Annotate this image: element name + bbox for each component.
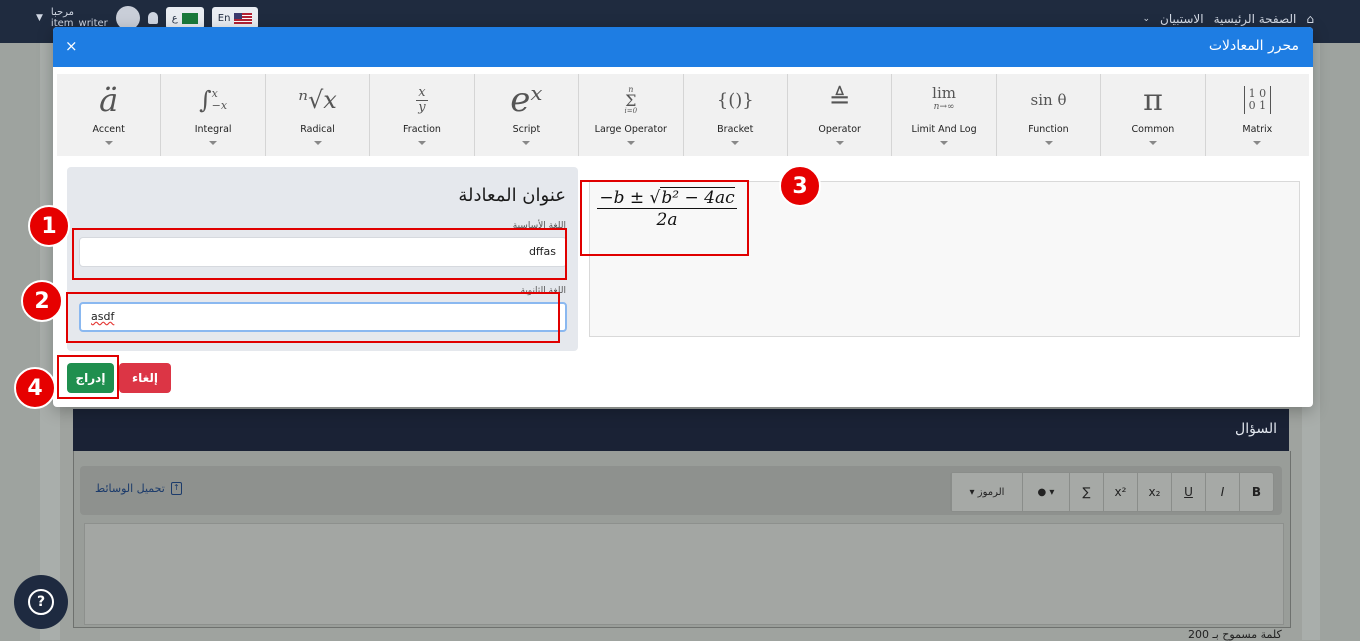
home-icon[interactable]: ⌂	[1306, 12, 1314, 26]
modal-title: محرر المعادلات	[1208, 38, 1299, 54]
caret-down-icon	[626, 141, 635, 145]
help-button[interactable]: ?	[14, 575, 68, 629]
tool-matrix[interactable]: 1 00 1 Matrix	[1206, 74, 1309, 156]
highlight-box-3	[580, 180, 749, 256]
breadcrumb: ⌄ الاستبيان الصفحة الرئيسية ⌂	[1142, 12, 1314, 26]
tool-operator[interactable]: ≜ Operator	[788, 74, 893, 156]
tool-label: Script	[512, 124, 541, 135]
tool-label: Bracket	[717, 124, 754, 135]
question-editor[interactable]	[84, 523, 1284, 625]
equation-toolbar: ä Accent ∫ x −x Integral ⁿ√x Radical xy Fr…	[57, 74, 1309, 156]
bold-button[interactable]: B	[1239, 473, 1273, 511]
greeting: مرحبا	[50, 7, 75, 18]
tool-radical[interactable]: ⁿ√x Radical	[266, 74, 371, 156]
operator-icon: ≜	[828, 85, 851, 115]
annotation-badge-2: 2	[21, 280, 63, 322]
tool-accent[interactable]: ä Accent	[57, 74, 162, 156]
chevron-down-icon[interactable]: ▼	[36, 13, 43, 23]
highlight-box-1	[72, 228, 567, 280]
highlight-box-4	[57, 355, 119, 399]
tool-script[interactable]: eˣ Script	[475, 74, 580, 156]
caret-down-icon	[522, 141, 531, 145]
caret-down-icon	[1148, 141, 1157, 145]
pi-icon: π	[1143, 82, 1163, 118]
breadcrumb-survey[interactable]: الاستبيان	[1160, 12, 1204, 26]
tool-integral[interactable]: ∫ x −x Integral	[161, 74, 266, 156]
caret-down-icon	[835, 141, 844, 145]
tool-label: Large Operator	[594, 124, 667, 135]
tool-fraction[interactable]: xy Fraction	[370, 74, 475, 156]
tool-bracket[interactable]: {()} Bracket	[684, 74, 788, 156]
tool-large-operator[interactable]: n Σi=0 Large Operator	[579, 74, 684, 156]
caret-down-icon	[313, 141, 322, 145]
tool-label: Operator	[818, 124, 861, 135]
lang-ar-label: ع	[171, 12, 178, 24]
tool-label: Limit And Log	[911, 124, 977, 135]
tool-label: Common	[1131, 124, 1175, 135]
upload-media-label: تحميل الوسائط	[95, 482, 165, 495]
upload-media-link[interactable]: تحميل الوسائط ↑	[95, 482, 182, 495]
cancel-button[interactable]: إلغاء	[119, 363, 171, 393]
matrix-icon: 1 00 1	[1243, 74, 1272, 126]
tool-label: Function	[1028, 124, 1069, 135]
radical-icon: ⁿ√x	[298, 86, 337, 114]
symbols-label: الرموز	[977, 486, 1005, 498]
fraction-icon: xy	[416, 84, 428, 115]
chevron-down-icon[interactable]: ⌄	[1142, 14, 1150, 24]
home-link[interactable]: الصفحة الرئيسية	[1214, 12, 1297, 26]
tool-label: Integral	[194, 124, 232, 135]
question-title: السؤال	[1235, 421, 1277, 437]
limit-icon: lim n→∞	[932, 84, 956, 113]
close-icon[interactable]: ×	[65, 37, 78, 55]
accent-icon: ä	[99, 81, 119, 119]
sum-button[interactable]: ∑	[1069, 473, 1103, 511]
lim-glyph: lim	[932, 84, 956, 102]
tool-label: Matrix	[1242, 124, 1273, 135]
caret-down-icon	[731, 141, 740, 145]
integral-icon: ∫ x −x	[199, 86, 228, 114]
subscript-button[interactable]: x₂	[1137, 473, 1171, 511]
highlight-box-2	[66, 292, 560, 343]
modal-header: محرر المعادلات ×	[53, 27, 1313, 67]
superscript-button[interactable]: x²	[1103, 473, 1137, 511]
format-toolbar: ▾ الرموز ● ▾ ∑ x² x₂ U I B	[950, 472, 1274, 512]
sum-icon: n Σi=0	[624, 84, 638, 115]
caret-down-icon	[1253, 141, 1262, 145]
underline-button[interactable]: U	[1171, 473, 1205, 511]
saudi-flag-icon	[181, 12, 198, 24]
question-mark-icon: ?	[28, 589, 54, 615]
equation-title-heading: عنوان المعادلة	[458, 185, 566, 206]
tool-limit-log[interactable]: lim n→∞ Limit And Log	[892, 74, 997, 156]
annotation-badge-1: 1	[28, 205, 70, 247]
color-picker[interactable]: ● ▾	[1022, 473, 1069, 511]
tool-label: Radical	[300, 124, 335, 135]
tool-label: Fraction	[403, 124, 441, 135]
caret-down-icon	[209, 141, 218, 145]
lang-en-button[interactable]: En	[211, 7, 259, 29]
upload-icon: ↑	[170, 482, 182, 495]
word-count: 200 كلمة مسموح بـ	[1188, 628, 1282, 641]
caret-down-icon	[417, 141, 426, 145]
lang-en-label: En	[217, 12, 231, 24]
tool-function[interactable]: sin θ Function	[997, 74, 1102, 156]
tool-label: Accent	[92, 124, 125, 135]
us-flag-icon	[234, 12, 253, 24]
caret-down-icon	[940, 141, 949, 145]
italic-button[interactable]: I	[1205, 473, 1239, 511]
symbols-dropdown[interactable]: ▾ الرموز	[951, 473, 1022, 511]
question-header: السؤال	[73, 409, 1289, 451]
bracket-icon: {()}	[716, 89, 754, 111]
caret-down-icon	[1044, 141, 1053, 145]
lang-ar-button[interactable]: ع	[165, 7, 204, 29]
function-icon: sin θ	[1030, 91, 1067, 109]
sigma-glyph: Σ	[625, 90, 637, 110]
tool-common[interactable]: π Common	[1101, 74, 1206, 156]
caret-down-icon	[104, 141, 113, 145]
notification-icon[interactable]	[147, 12, 158, 24]
annotation-badge-3: 3	[779, 165, 821, 207]
script-icon: eˣ	[510, 80, 543, 120]
annotation-badge-4: 4	[14, 367, 56, 409]
